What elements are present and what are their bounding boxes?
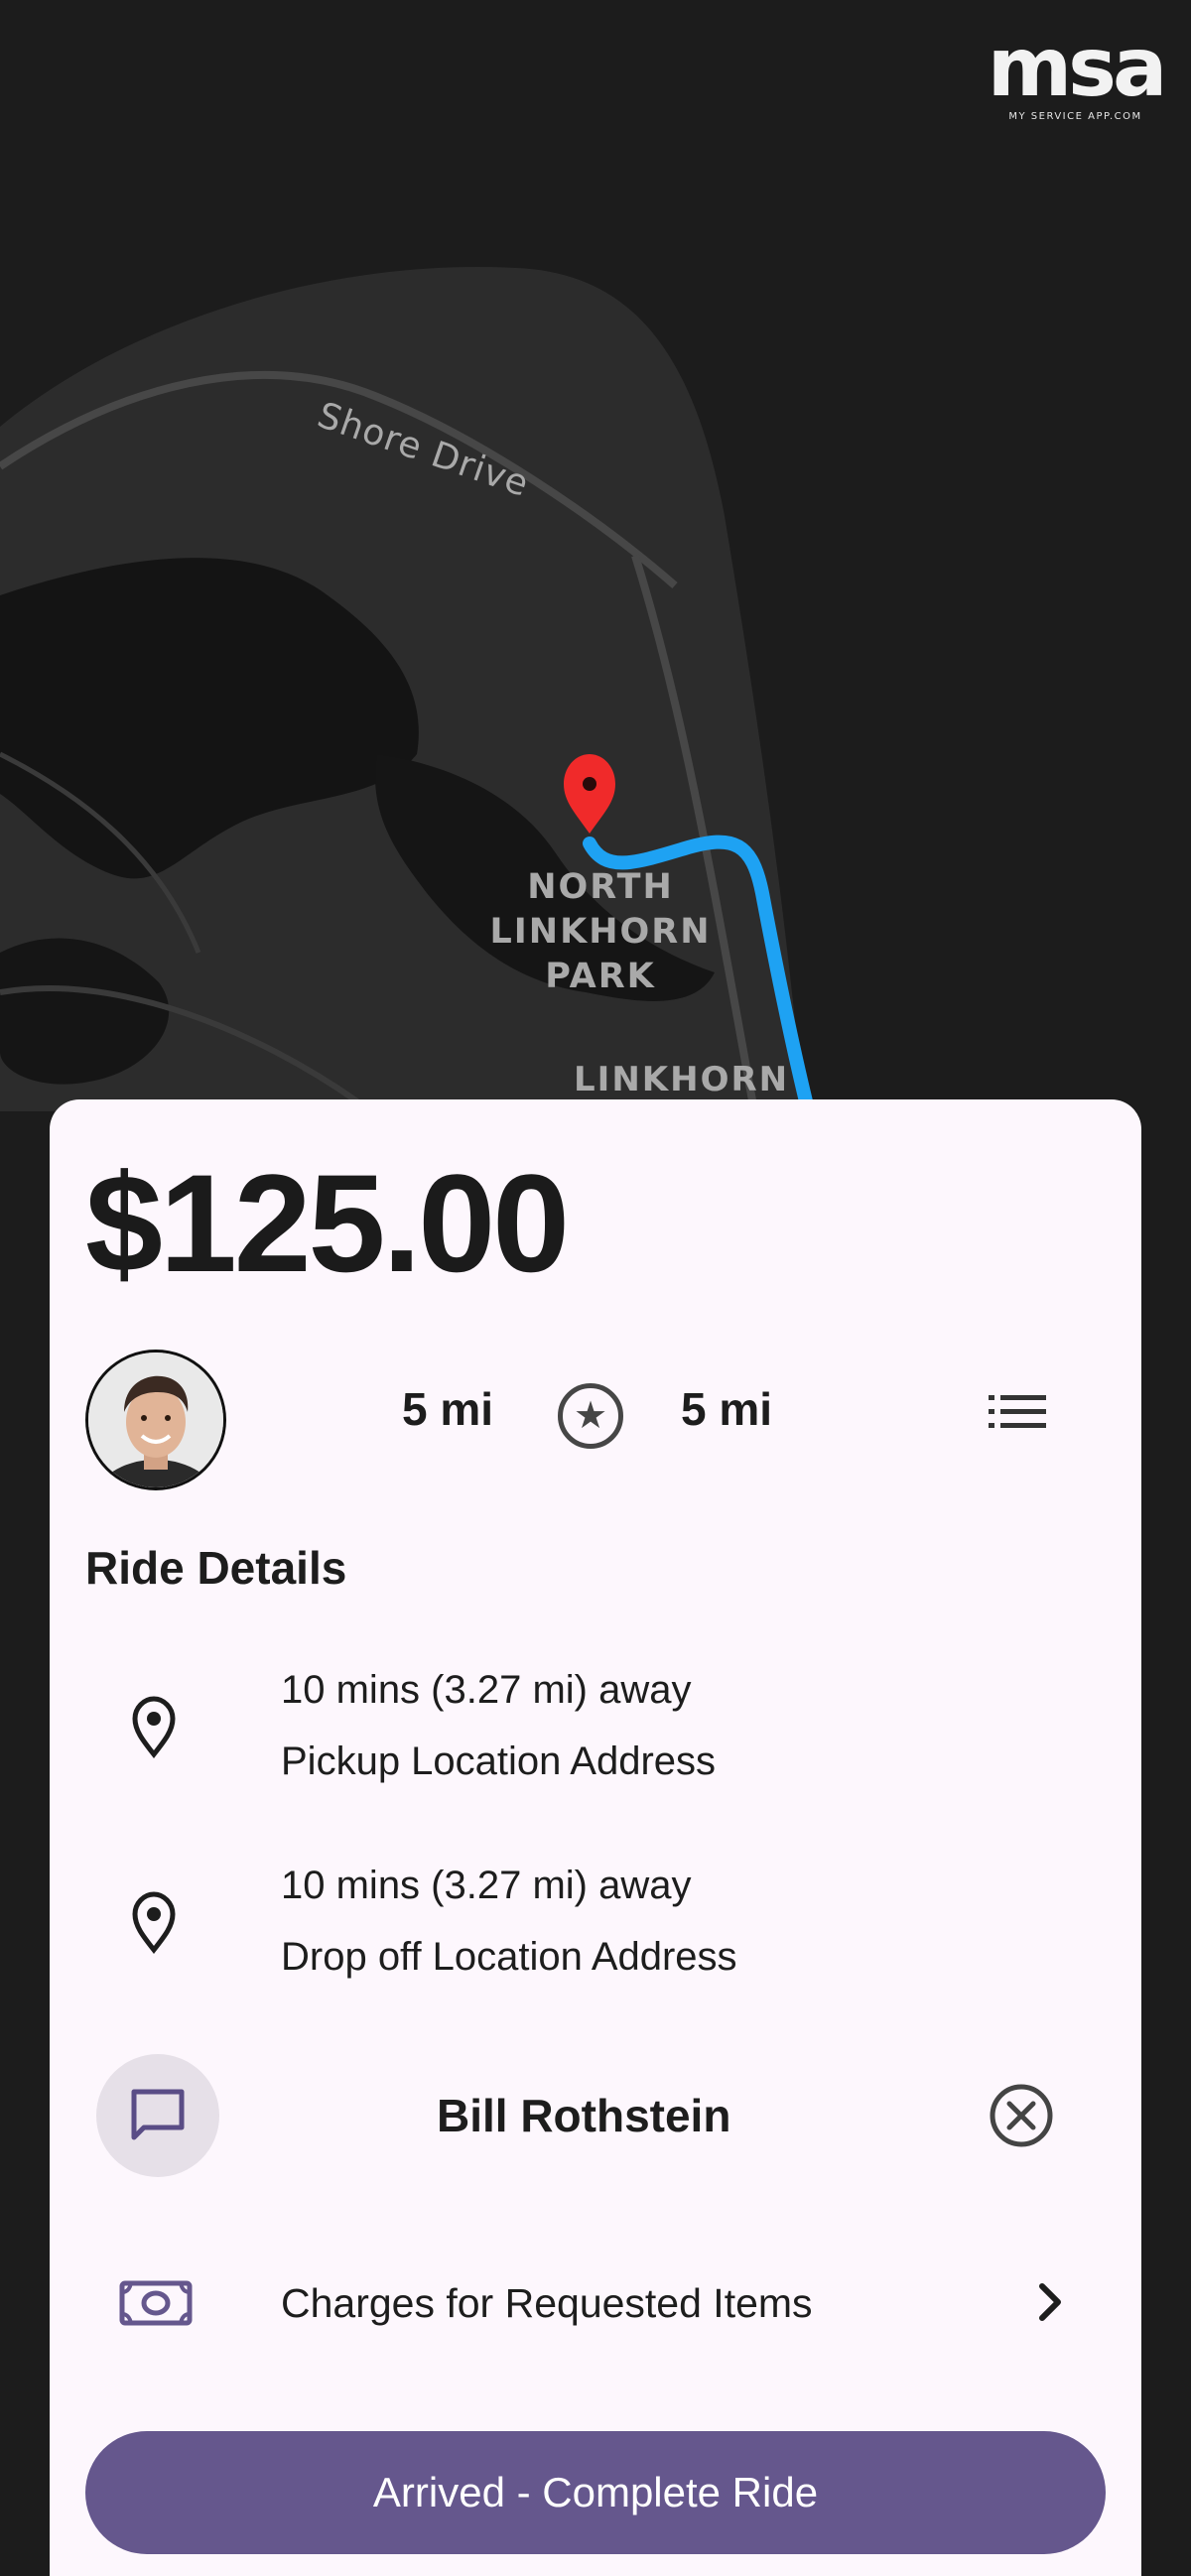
dropoff-eta: 10 mins (3.27 mi) away	[281, 1864, 692, 1907]
distance-value: 5 mi	[681, 1383, 773, 1435]
charges-label: Charges for Requested Items	[281, 2280, 813, 2326]
chat-icon	[131, 2089, 185, 2140]
fare-amount: $125.00	[85, 1145, 570, 1301]
ride-details-heading: Ride Details	[85, 1542, 347, 1594]
ride-bottom-sheet: $125.00 5 mi ★ 5 mi Ride Details 10 mins…	[50, 1099, 1141, 2576]
money-icon	[119, 2280, 193, 2326]
pickup-eta: 10 mins (3.27 mi) away	[281, 1668, 692, 1712]
pickup-location[interactable]: 10 mins (3.27 mi) away Pickup Location A…	[129, 1650, 1022, 1789]
chat-button[interactable]	[96, 2054, 219, 2177]
cancel-icon	[990, 2084, 1053, 2147]
rider-avatar[interactable]	[85, 1350, 226, 1490]
map-park-label: NORTH LINKHORN PARK	[489, 867, 712, 996]
complete-ride-button[interactable]: Arrived - Complete Ride	[85, 2431, 1106, 2554]
logo-mark: msa	[987, 21, 1168, 115]
charges-row[interactable]: Charges for Requested Items	[119, 2262, 1112, 2342]
list-icon[interactable]	[987, 1387, 1050, 1437]
chevron-right-icon	[1039, 2283, 1061, 2321]
brand-logo: msa MY SERVICE APP.COM	[984, 21, 1168, 127]
location-pin-icon	[132, 1696, 176, 1758]
cancel-ride-button[interactable]	[988, 2082, 1055, 2149]
rider-name: Bill Rothstein	[437, 2090, 731, 2141]
logo-subtitle: MY SERVICE APP.COM	[1008, 111, 1142, 122]
map-area-label: LINKHORN	[574, 1060, 790, 1099]
dropoff-address: Drop off Location Address	[281, 1935, 737, 1979]
dropoff-location[interactable]: 10 mins (3.27 mi) away Drop off Location…	[129, 1846, 1022, 1985]
pickup-address: Pickup Location Address	[281, 1739, 717, 1783]
star-icon: ★	[558, 1383, 623, 1449]
distance-value: 5 mi	[402, 1383, 494, 1435]
location-pin-icon	[132, 1891, 176, 1954]
